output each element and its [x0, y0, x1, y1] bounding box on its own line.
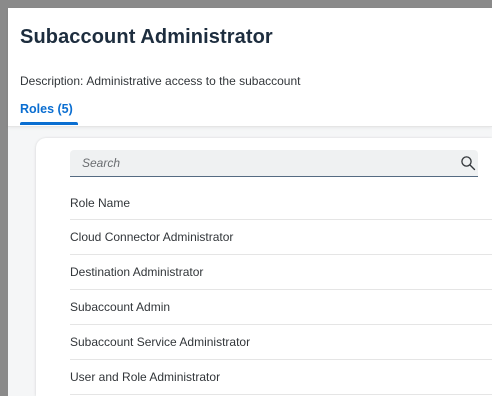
search-input[interactable] [70, 150, 440, 176]
roles-panel: Role Name Cloud Connector Administrator … [36, 138, 492, 396]
table-row[interactable]: Destination Administrator [70, 255, 492, 290]
role-name-cell: Cloud Connector Administrator [70, 230, 234, 244]
role-name-cell: Destination Administrator [70, 265, 204, 279]
role-name-cell: User and Role Administrator [70, 370, 221, 384]
table-row[interactable]: User and Role Administrator [70, 360, 492, 395]
column-header-label: Role Name [70, 196, 131, 210]
column-header-role-name: Role Name [70, 186, 492, 220]
search-field[interactable] [70, 150, 478, 177]
description: Description: Administrative access to the… [20, 74, 300, 88]
table-row[interactable]: Subaccount Admin [70, 290, 492, 325]
page-header: Subaccount Administrator Description: Adm… [8, 8, 492, 127]
search-icon[interactable] [460, 155, 476, 171]
window-frame-left [0, 0, 8, 396]
tab-roles-active-indicator [20, 122, 78, 125]
description-value: Administrative access to the subaccount [86, 74, 301, 88]
window-frame-top [0, 0, 492, 8]
tab-roles[interactable]: Roles (5) [20, 102, 73, 116]
table-row[interactable]: Subaccount Service Administrator [70, 325, 492, 360]
role-name-cell: Subaccount Admin [70, 300, 171, 314]
page-title: Subaccount Administrator [20, 26, 273, 48]
role-name-cell: Subaccount Service Administrator [70, 335, 251, 349]
table-row[interactable]: Cloud Connector Administrator [70, 220, 492, 255]
description-label: Description: [20, 74, 84, 88]
